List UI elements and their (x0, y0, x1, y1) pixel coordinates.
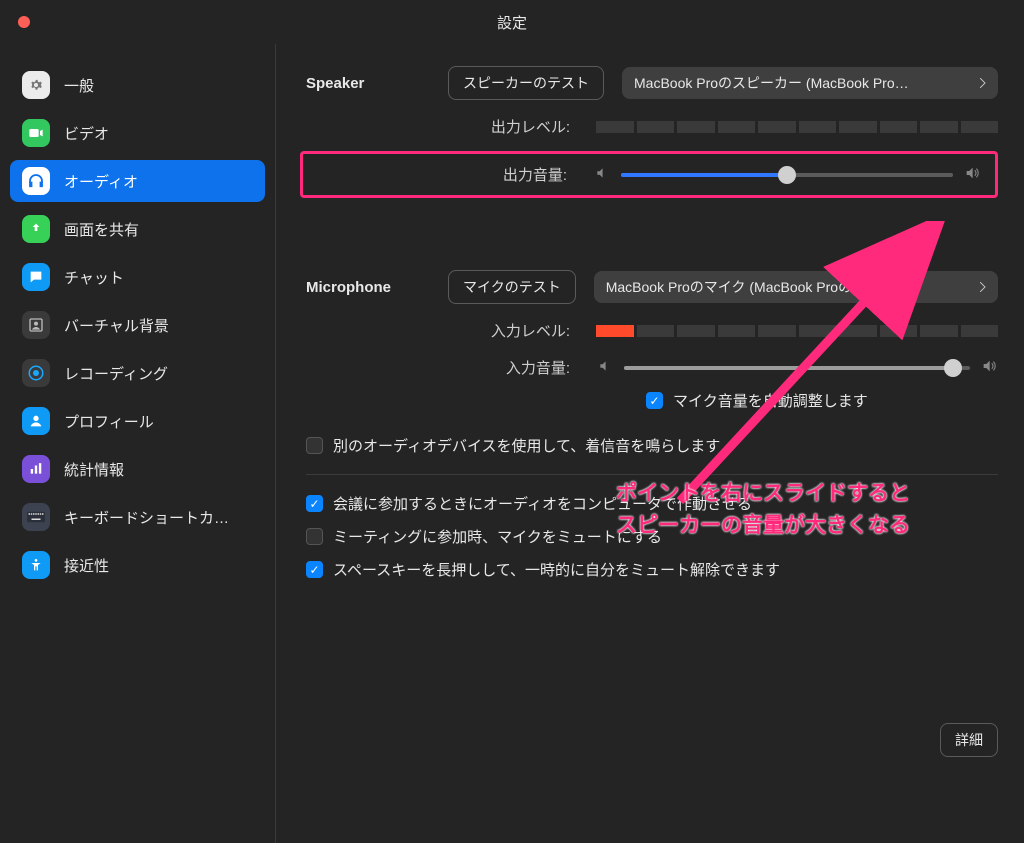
checkbox-icon: ✓ (646, 392, 663, 409)
input-volume-label: 入力音量: (306, 357, 596, 378)
sidebar-item-audio[interactable]: オーディオ (10, 160, 265, 202)
checkbox-icon: ✓ (306, 561, 323, 578)
advanced-button[interactable]: 詳細 (940, 723, 998, 757)
close-window-button[interactable] (18, 16, 30, 28)
microphone-section-header-row: Microphone マイクのテスト MacBook Proのマイク (MacB… (306, 270, 998, 304)
window-title: 設定 (0, 12, 1024, 33)
speaker-device-select[interactable]: MacBook Proのスピーカー (MacBook Pro… (622, 67, 998, 99)
sidebar-item-label: プロフィール (64, 411, 154, 432)
speaker-section-header-row: Speaker スピーカーのテスト MacBook Proのスピーカー (Mac… (306, 66, 998, 100)
gear-icon (22, 71, 50, 99)
sidebar-item-profile[interactable]: プロフィール (10, 400, 265, 442)
sidebar-item-label: 一般 (64, 75, 94, 96)
record-icon (22, 359, 50, 387)
input-volume-row: 入力音量: (306, 357, 998, 378)
sidebar-item-label: 画面を共有 (64, 219, 139, 240)
audio-settings-panel: Speaker スピーカーのテスト MacBook Proのスピーカー (Mac… (276, 44, 1024, 843)
headphones-icon (22, 167, 50, 195)
sidebar-item-label: レコーディング (64, 363, 168, 384)
sidebar: 一般 ビデオ オーディオ 画面を共有 チャット バーチャル背景 レコーディング (0, 44, 276, 843)
share-screen-icon (22, 215, 50, 243)
microphone-header: Microphone (306, 279, 430, 296)
output-volume-highlight: 出力音量: (300, 151, 998, 198)
mute-on-join-checkbox[interactable]: ミーティングに参加時、マイクをミュートにする (306, 526, 998, 547)
input-level-row: 入力レベル: (306, 320, 998, 341)
input-volume-slider[interactable] (624, 366, 970, 370)
sidebar-item-label: 接近性 (64, 555, 109, 576)
titlebar: 設定 (0, 0, 1024, 44)
mute-on-join-label: ミーティングに参加時、マイクをミュートにする (333, 526, 662, 547)
microphone-device-select[interactable]: MacBook Proのマイク (MacBook Proのマ… (594, 271, 998, 303)
output-volume-slider[interactable] (621, 173, 953, 177)
checkbox-icon (306, 437, 323, 454)
output-volume-label: 出力音量: (303, 164, 593, 185)
sidebar-item-accessibility[interactable]: 接近性 (10, 544, 265, 586)
accessibility-icon (22, 551, 50, 579)
sidebar-item-virtual-background[interactable]: バーチャル背景 (10, 304, 265, 346)
microphone-test-button[interactable]: マイクのテスト (448, 270, 576, 304)
chat-icon (22, 263, 50, 291)
keyboard-icon (22, 503, 50, 531)
stats-icon (22, 455, 50, 483)
sidebar-item-label: バーチャル背景 (64, 315, 169, 336)
sidebar-item-recording[interactable]: レコーディング (10, 352, 265, 394)
profile-icon (22, 407, 50, 435)
sidebar-item-label: ビデオ (64, 123, 109, 144)
auto-adjust-mic-checkbox[interactable]: ✓ マイク音量を自動調整します (646, 390, 998, 411)
volume-low-icon (596, 359, 614, 376)
ringtone-separate-device-checkbox[interactable]: 別のオーディオデバイスを使用して、着信音を鳴らします (306, 435, 998, 456)
volume-high-icon (963, 165, 981, 184)
sidebar-item-keyboard-shortcuts[interactable]: キーボードショートカ… (10, 496, 265, 538)
space-to-unmute-label: スペースキーを長押しして、一時的に自分をミュート解除できます (333, 559, 780, 580)
space-to-unmute-checkbox[interactable]: ✓ スペースキーを長押しして、一時的に自分をミュート解除できます (306, 559, 998, 580)
auto-adjust-mic-label: マイク音量を自動調整します (673, 390, 868, 411)
sidebar-item-video[interactable]: ビデオ (10, 112, 265, 154)
checkbox-icon (306, 528, 323, 545)
sidebar-item-label: 統計情報 (64, 459, 124, 480)
volume-high-icon (980, 358, 998, 377)
join-audio-auto-checkbox[interactable]: ✓ 会議に参加するときにオーディオをコンピュータで作動させる (306, 493, 998, 514)
volume-low-icon (593, 166, 611, 183)
join-audio-auto-label: 会議に参加するときにオーディオをコンピュータで作動させる (333, 493, 752, 514)
input-level-label: 入力レベル: (306, 320, 596, 341)
sidebar-item-share-screen[interactable]: 画面を共有 (10, 208, 265, 250)
sidebar-item-statistics[interactable]: 統計情報 (10, 448, 265, 490)
ringtone-separate-device-label: 別のオーディオデバイスを使用して、着信音を鳴らします (333, 435, 720, 456)
virtual-background-icon (22, 311, 50, 339)
sidebar-item-chat[interactable]: チャット (10, 256, 265, 298)
video-camera-icon (22, 119, 50, 147)
output-level-label: 出力レベル: (306, 116, 596, 137)
checkbox-icon: ✓ (306, 495, 323, 512)
speaker-header: Speaker (306, 75, 430, 92)
divider (306, 474, 998, 475)
input-level-meter (596, 325, 998, 337)
output-level-row: 出力レベル: (306, 116, 998, 137)
sidebar-item-label: チャット (64, 267, 124, 288)
output-level-meter (596, 121, 998, 133)
sidebar-item-label: オーディオ (64, 171, 138, 192)
speaker-test-button[interactable]: スピーカーのテスト (448, 66, 604, 100)
sidebar-item-label: キーボードショートカ… (64, 507, 229, 528)
sidebar-item-general[interactable]: 一般 (10, 64, 265, 106)
